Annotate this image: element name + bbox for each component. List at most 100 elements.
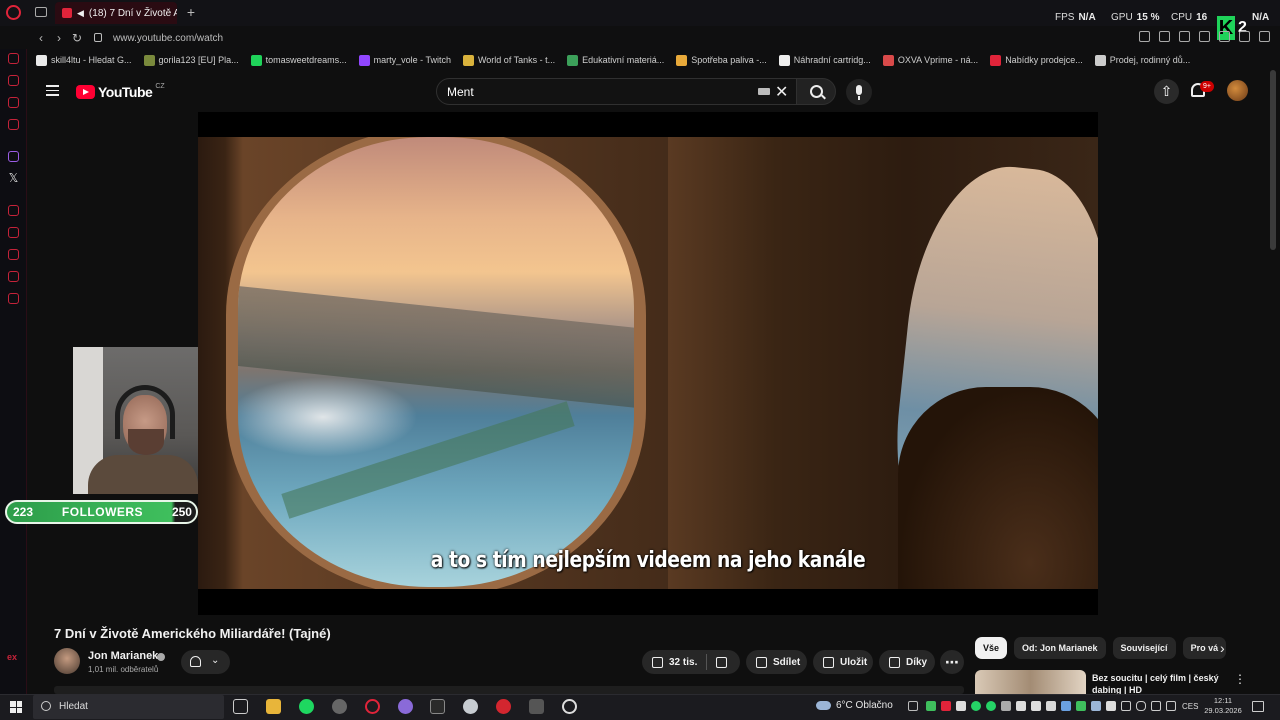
network-icon[interactable]: [1151, 701, 1161, 711]
chevron-right-icon[interactable]: ›: [1220, 640, 1225, 656]
play-icon[interactable]: [1199, 31, 1210, 42]
bookmark-item[interactable]: World of Tanks - t...: [457, 54, 561, 66]
bookmark-item[interactable]: gorila123 [EU] Pla...: [138, 54, 245, 66]
bookmark-item[interactable]: OXVA Vprime - ná...: [877, 54, 984, 66]
taskbar-clock[interactable]: 12:11 29.03.2026: [1203, 696, 1243, 716]
epic-games-icon[interactable]: [430, 699, 445, 714]
tray-app-icon[interactable]: [941, 701, 951, 711]
whatsapp-icon[interactable]: [986, 701, 996, 711]
opera-gx-icon[interactable]: [365, 699, 380, 714]
bookmark-item[interactable]: Náhradní cartridg...: [773, 54, 877, 66]
browser-tab-active[interactable]: ◀ (18) 7 Dní v Životě Ame: [55, 2, 177, 24]
heart-icon[interactable]: [1219, 31, 1230, 42]
thumbs-down-icon[interactable]: [716, 656, 728, 668]
microphone-icon[interactable]: [1136, 701, 1146, 711]
whatsapp-icon[interactable]: [971, 701, 981, 711]
action-center-icon[interactable]: [1252, 701, 1264, 712]
search-button[interactable]: [796, 78, 836, 105]
twitch-icon[interactable]: [8, 151, 19, 162]
volume-icon[interactable]: [1166, 701, 1176, 711]
input-language[interactable]: CES: [1182, 702, 1198, 711]
more-actions-button[interactable]: ⋯: [940, 650, 964, 674]
file-explorer-icon[interactable]: [266, 699, 281, 714]
address-bar[interactable]: www.youtube.com/watch: [113, 33, 223, 44]
video-frame[interactable]: [198, 137, 1098, 589]
app-icon[interactable]: [463, 699, 478, 714]
filter-chip[interactable]: Od: Jon Marianek: [1014, 637, 1106, 659]
youtube-logo[interactable]: YouTube CZ: [76, 83, 165, 100]
tray-chevron-icon[interactable]: [908, 701, 918, 711]
page-scrollbar[interactable]: [1270, 70, 1276, 250]
thanks-button[interactable]: Díky: [879, 650, 935, 674]
search-input[interactable]: Ment: [447, 85, 474, 99]
tray-app-icon[interactable]: [1091, 701, 1101, 711]
pin-icon[interactable]: [1139, 31, 1150, 42]
menu-icon[interactable]: [1259, 31, 1270, 42]
bookmark-item[interactable]: Edukativní materiá...: [561, 54, 670, 66]
tray-app-icon[interactable]: [1046, 701, 1056, 711]
extensions-icon[interactable]: [8, 271, 19, 282]
bookmark-item[interactable]: Nabídky prodejce...: [984, 54, 1089, 66]
upload-button[interactable]: ⇧: [1154, 79, 1179, 104]
tray-app-icon[interactable]: [1001, 701, 1011, 711]
bookmark-item[interactable]: skill4ltu - Hledat G...: [30, 54, 138, 66]
history-icon[interactable]: [8, 249, 19, 260]
keyboard-icon[interactable]: [758, 88, 770, 95]
tray-app-icon[interactable]: [1076, 701, 1086, 711]
world-of-tanks-icon[interactable]: [496, 699, 511, 714]
recommended-more-icon[interactable]: ⋮: [1234, 672, 1246, 686]
channel-avatar[interactable]: [54, 648, 80, 674]
spotify-icon[interactable]: [299, 699, 314, 714]
account-avatar[interactable]: [1227, 80, 1248, 101]
tray-app-icon[interactable]: [1016, 701, 1026, 711]
profile-icon[interactable]: [1239, 31, 1250, 42]
bookmarks-icon[interactable]: [8, 227, 19, 238]
instagram-icon[interactable]: [8, 119, 19, 130]
search-box[interactable]: [436, 78, 800, 105]
taskbar-search-input[interactable]: Hledat: [59, 701, 88, 712]
x-twitter-icon[interactable]: 𝕏: [8, 172, 19, 184]
clear-search-icon[interactable]: ✕: [775, 82, 788, 102]
task-view-icon[interactable]: [233, 699, 248, 714]
recommended-thumbnail[interactable]: [975, 670, 1086, 694]
weather-widget[interactable]: 6°C Oblačno: [816, 700, 893, 711]
tab-workspace-icon[interactable]: [35, 7, 47, 17]
subscription-bell-button[interactable]: ⌄: [181, 650, 230, 674]
messenger-icon[interactable]: [8, 97, 19, 108]
tray-app-icon[interactable]: [1121, 701, 1131, 711]
windows-start-icon[interactable]: [10, 701, 22, 713]
channel-name[interactable]: Jon Marianek: [88, 650, 158, 662]
bookmark-item[interactable]: tomasweetdreams...: [245, 54, 353, 66]
back-button[interactable]: ‹: [34, 31, 48, 45]
shopping-icon[interactable]: [8, 75, 19, 86]
opera-logo-icon[interactable]: [6, 5, 21, 20]
description-box[interactable]: [54, 686, 964, 694]
share-button[interactable]: Sdílet: [746, 650, 807, 674]
reload-button[interactable]: ↻: [70, 31, 84, 45]
tray-app-icon[interactable]: [1031, 701, 1041, 711]
obs-icon[interactable]: [562, 699, 577, 714]
discord-icon[interactable]: [398, 699, 413, 714]
like-dislike-button[interactable]: 32 tis.: [642, 650, 740, 674]
bookmark-item[interactable]: Prodej, rodinný dů...: [1089, 54, 1197, 66]
filter-chip[interactable]: Vše: [975, 637, 1008, 659]
launcher-icon[interactable]: [529, 699, 544, 714]
settings-icon[interactable]: [8, 293, 19, 304]
save-button[interactable]: Uložit: [813, 650, 873, 674]
shield-icon[interactable]: [1179, 31, 1190, 42]
bookmark-item[interactable]: Spotřeba paliva -...: [670, 54, 773, 66]
hamburger-menu-icon[interactable]: [46, 85, 59, 96]
bookmark-item[interactable]: marty_vole - Twitch: [353, 54, 457, 66]
filter-chip[interactable]: Související: [1112, 637, 1176, 659]
recommended-title[interactable]: Bez soucitu | celý film | český dabing |…: [1092, 672, 1220, 694]
steam-icon[interactable]: [332, 699, 347, 714]
snapshot-icon[interactable]: [1159, 31, 1170, 42]
aria-icon[interactable]: [8, 53, 19, 64]
new-tab-button[interactable]: +: [183, 4, 199, 20]
sidebar-ex-label[interactable]: ex: [7, 652, 17, 662]
forward-button[interactable]: ›: [52, 31, 66, 45]
steam-tray-icon[interactable]: [1061, 701, 1071, 711]
tray-app-icon[interactable]: [956, 701, 966, 711]
player-icon[interactable]: [8, 205, 19, 216]
voice-search-button[interactable]: [846, 79, 872, 105]
